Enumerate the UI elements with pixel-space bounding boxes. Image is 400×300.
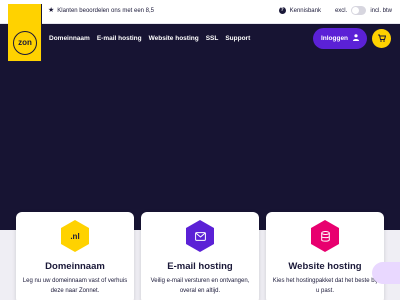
domain-nl-icon: .nl (61, 220, 89, 252)
nav-item-support[interactable]: Support (225, 35, 250, 42)
user-icon (353, 34, 360, 43)
database-icon (311, 220, 339, 252)
login-label: Inloggen (320, 35, 349, 42)
top-bar: ★ Klanten beoordelen ons met een 8,5 ? K… (0, 0, 400, 24)
star-icon: ★ (48, 7, 55, 14)
toggle-knob (352, 7, 360, 14)
vat-excl-label: excl. (334, 7, 348, 14)
product-card-website-hosting[interactable]: Website hosting Kies het hostingpakket d… (266, 212, 384, 300)
login-button[interactable]: Inloggen (313, 28, 367, 49)
product-card-email-hosting[interactable]: E-mail hosting Veilig e-mail versturen e… (141, 212, 259, 300)
domain-icon-label: .nl (70, 231, 80, 241)
logo-text: zon (13, 31, 37, 55)
card-title: Website hosting (288, 261, 362, 272)
card-text: Kies het hostingpakket dat het beste bij… (272, 278, 378, 294)
product-card-domain[interactable]: .nl Domeinnaam Leg nu uw domeinnaam vast… (16, 212, 134, 300)
card-title: E-mail hosting (167, 261, 233, 272)
nav-item-website-hosting[interactable]: Website hosting (149, 35, 199, 42)
card-title: Domeinnaam (45, 261, 105, 272)
vat-incl-label: incl. btw (370, 7, 392, 14)
card-text: Veilig e-mail versturen en ontvangen, ov… (150, 278, 250, 294)
help-icon: ? (278, 7, 286, 14)
cart-icon (377, 34, 386, 44)
knowledge-base-link[interactable]: Kennisbank (290, 8, 321, 14)
main-nav: Domeinnaam E-mail hosting Website hostin… (49, 35, 250, 42)
nav-item-email-hosting[interactable]: E-mail hosting (97, 35, 142, 42)
envelope-icon (186, 220, 214, 252)
cart-button[interactable] (372, 29, 391, 48)
nav-item-domeinnaam[interactable]: Domeinnaam (49, 35, 90, 42)
rating-text: Klanten beoordelen ons met een 8,5 (57, 7, 155, 14)
top-bar-actions: ? Kennisbank excl. incl. btw (278, 6, 392, 15)
rating-banner[interactable]: ★ Klanten beoordelen ons met een 8,5 (48, 7, 154, 14)
vat-toggle[interactable] (351, 6, 367, 15)
nav-item-ssl[interactable]: SSL (206, 35, 219, 42)
chat-widget-button[interactable] (372, 262, 400, 284)
card-text: Leg nu uw domeinnaam vast of verhuis dez… (22, 278, 128, 294)
logo[interactable]: zon (8, 4, 42, 62)
